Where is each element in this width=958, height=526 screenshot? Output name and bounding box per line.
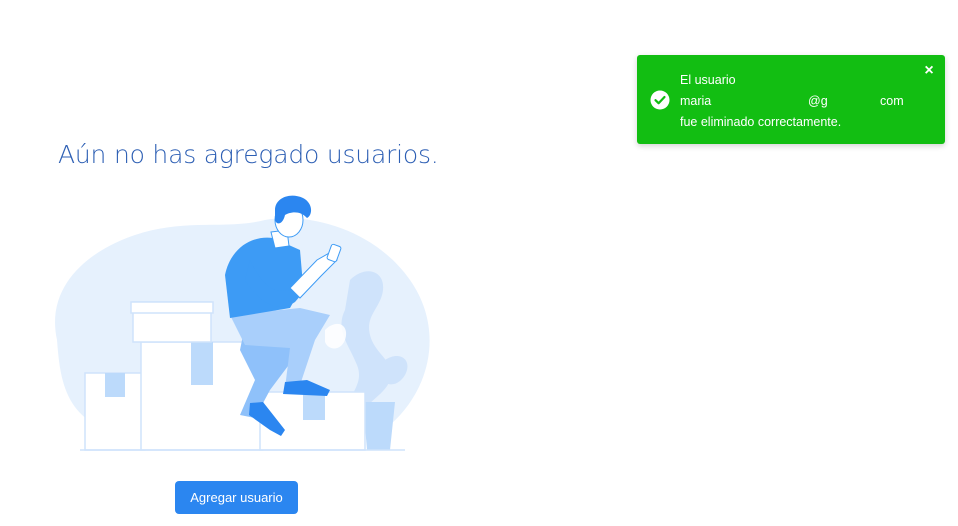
- empty-state-illustration: [55, 195, 430, 451]
- page: Aún no has agregado usuarios. Agregar us…: [0, 0, 958, 526]
- box-right-tape: [303, 392, 325, 420]
- check-circle-icon: [650, 90, 670, 110]
- close-icon[interactable]: ×: [921, 63, 937, 79]
- add-user-button[interactable]: Agregar usuario: [175, 481, 298, 514]
- toast-message-line1: El usuario: [680, 73, 736, 87]
- success-toast: × El usuario maria @g com fue eliminado …: [637, 55, 945, 144]
- box-top-lid: [130, 301, 214, 314]
- toast-email: maria @g com: [680, 94, 910, 110]
- email-tld: com: [880, 94, 904, 108]
- email-user: maria: [680, 94, 712, 108]
- email-domain: @g: [808, 94, 828, 108]
- box-middle-tape: [191, 342, 213, 385]
- plant-pot: [363, 402, 395, 450]
- toast-message-line3: fue eliminado correctamente.: [680, 115, 842, 129]
- box-left-tape: [105, 373, 125, 397]
- empty-state-title: Aún no has agregado usuarios.: [58, 140, 439, 169]
